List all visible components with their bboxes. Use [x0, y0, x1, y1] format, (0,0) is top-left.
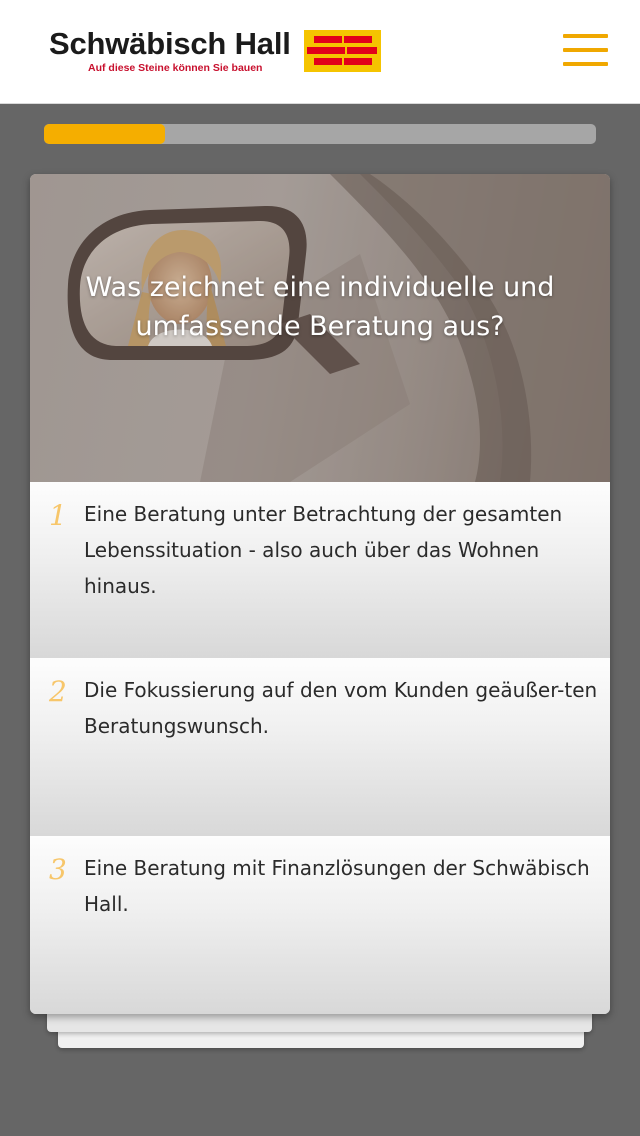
answer-text: Die Fokussierung auf den vom Kunden geäu…	[84, 678, 598, 738]
answer-number: 1	[49, 499, 67, 532]
answer-number: 3	[49, 853, 67, 886]
quiz-question: Was zeichnet eine individuelle und umfas…	[85, 272, 555, 342]
answer-option-2[interactable]: 2 Die Fokussierung auf den vom Kunden ge…	[30, 658, 610, 836]
progress-fill	[44, 124, 166, 144]
answer-number: 2	[49, 675, 67, 708]
answer-option-1[interactable]: 1 Eine Beratung unter Betrachtung der ge…	[30, 482, 610, 658]
brand-tagline: Auf diese Steine können Sie bauen	[88, 62, 263, 74]
quiz-card: Was zeichnet eine individuelle und umfas…	[30, 174, 610, 1014]
brand-name[interactable]: Schwäbisch Hall	[49, 26, 291, 62]
app-header: Schwäbisch Hall Auf diese Steine können …	[0, 0, 640, 104]
menu-line	[563, 62, 608, 66]
menu-line	[563, 34, 608, 38]
answer-option-3[interactable]: 3 Eine Beratung mit Finanzlösungen der S…	[30, 836, 610, 1014]
brick-logo-icon[interactable]	[304, 30, 381, 72]
hamburger-menu-icon[interactable]	[563, 34, 608, 67]
answer-text: Eine Beratung unter Betrachtung der gesa…	[84, 502, 563, 598]
question-hero-image: Was zeichnet eine individuelle und umfas…	[30, 174, 610, 482]
quiz-progress-bar	[44, 124, 596, 144]
menu-line	[563, 48, 608, 52]
answer-text: Eine Beratung mit Finanzlösungen der Sch…	[84, 856, 590, 916]
